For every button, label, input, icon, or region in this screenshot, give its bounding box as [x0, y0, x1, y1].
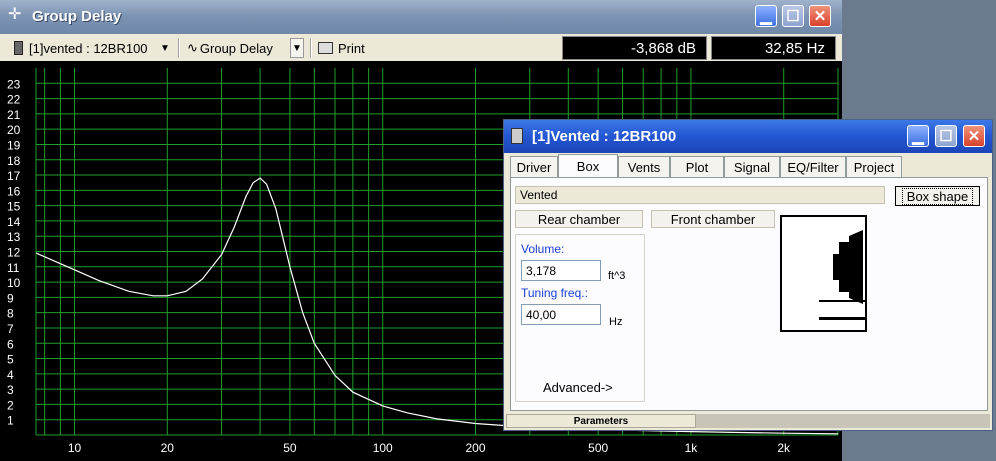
speaker-icon	[511, 128, 523, 144]
y-tick-label: 22	[7, 93, 21, 107]
volume-input[interactable]: 3,178	[521, 260, 601, 281]
y-tick-label: 20	[7, 123, 21, 137]
x-tick-label: 100	[373, 441, 393, 455]
main-toolbar: [1]vented : 12BR100 ▼ ∿ Group Delay ▼ Pr…	[0, 34, 842, 61]
project-dropdown-icon[interactable]: ▼	[158, 38, 172, 58]
tab-eq-filter[interactable]: EQ/Filter	[780, 156, 846, 177]
x-tick-label: 1k	[685, 441, 699, 455]
toolbar-separator	[178, 38, 180, 58]
project-select-value: [1]vented : 12BR100	[29, 40, 148, 56]
plot-select[interactable]: ∿ Group Delay	[187, 38, 273, 58]
x-tick-label: 10	[68, 441, 82, 455]
print-button[interactable]: Print	[318, 38, 365, 58]
box-type-field[interactable]: Vented	[515, 186, 885, 204]
status-bar-filler	[696, 414, 990, 428]
x-tick-label: 20	[161, 441, 175, 455]
tab-box[interactable]: Box	[558, 154, 618, 177]
y-tick-label: 10	[7, 276, 21, 290]
advanced-button[interactable]: Advanced->	[543, 380, 613, 395]
close-icon: ✕	[967, 128, 981, 145]
y-tick-label: 19	[7, 138, 21, 152]
y-tick-label: 17	[7, 169, 21, 183]
db-readout: -3,868 dB	[562, 36, 707, 60]
crosshair-icon: ✛	[8, 6, 22, 23]
plot-dropdown-icon[interactable]: ▼	[290, 38, 304, 58]
plot-select-value: Group Delay	[199, 40, 273, 56]
tab-signal[interactable]: Signal	[724, 156, 780, 177]
y-tick-label: 14	[7, 215, 21, 229]
x-tick-label: 50	[283, 441, 297, 455]
parameters-tab[interactable]: Parameters	[506, 414, 696, 428]
x-tick-label: 200	[465, 441, 485, 455]
y-tick-label: 21	[7, 108, 21, 122]
x-tick-label: 2k	[777, 441, 791, 455]
vent-line-icon	[819, 300, 866, 302]
print-label: Print	[338, 40, 365, 56]
tab-driver[interactable]: Driver	[510, 156, 558, 177]
maximize-button[interactable]: ☐	[782, 5, 804, 27]
speaker-icon	[14, 41, 23, 55]
dialog-close-button[interactable]: ✕	[963, 125, 985, 147]
tab-project[interactable]: Project	[846, 156, 902, 177]
dialog-title: [1]Vented : 12BR100	[532, 128, 677, 145]
maximize-icon: ☐	[939, 128, 953, 145]
box-shape-label: Box shape	[901, 187, 974, 205]
y-tick-label: 9	[7, 291, 14, 305]
y-tick-label: 18	[7, 154, 21, 168]
volume-label: Volume:	[521, 242, 565, 256]
y-tick-label: 12	[7, 246, 21, 260]
y-tick-label: 16	[7, 184, 21, 198]
y-tick-label: 11	[7, 261, 20, 275]
box-panel: Vented Box shape Rear chamber Front cham…	[510, 177, 988, 411]
y-tick-label: 15	[7, 200, 21, 214]
x-tick-label: 500	[588, 441, 608, 455]
minimize-button[interactable]: ▁	[755, 5, 777, 27]
y-tick-label: 7	[7, 322, 14, 336]
dialog-minimize-button[interactable]: ▁	[907, 125, 929, 147]
printer-icon	[318, 42, 333, 54]
volume-unit: ft^3	[608, 270, 626, 282]
y-tick-label: 8	[7, 307, 14, 321]
project-select[interactable]: [1]vented : 12BR100	[14, 38, 148, 58]
tuning-freq-unit: Hz	[609, 316, 623, 328]
tab-plot[interactable]: Plot	[670, 156, 724, 177]
y-tick-label: 3	[7, 383, 14, 397]
y-tick-label: 13	[7, 230, 21, 244]
dialog-maximize-button[interactable]: ☐	[935, 125, 957, 147]
maximize-icon: ☐	[786, 8, 800, 25]
wave-icon: ∿	[187, 40, 198, 55]
rear-chamber-button[interactable]: Rear chamber	[515, 210, 643, 228]
close-button[interactable]: ✕	[809, 5, 831, 27]
driver-cone-icon	[849, 230, 863, 304]
y-tick-label: 1	[7, 414, 14, 428]
y-tick-label: 4	[7, 368, 14, 382]
dialog-title-bar[interactable]: [1]Vented : 12BR100 ▁ ☐ ✕	[504, 120, 992, 153]
main-title-bar[interactable]: ✛ Group Delay ▁ ☐ ✕	[0, 0, 842, 34]
vented-box-dialog: [1]Vented : 12BR100 ▁ ☐ ✕ Driver Box Ven…	[503, 119, 993, 431]
front-chamber-button[interactable]: Front chamber	[651, 210, 775, 228]
toolbar-separator	[310, 38, 312, 58]
box-shape-preview	[780, 215, 867, 332]
y-tick-label: 5	[7, 353, 14, 367]
y-tick-label: 23	[7, 77, 21, 91]
minimize-icon: ▁	[912, 128, 924, 145]
box-shape-button[interactable]: Box shape	[895, 186, 980, 206]
y-tick-label: 2	[7, 398, 14, 412]
vent-line-icon	[819, 317, 866, 320]
tuning-freq-input[interactable]: 40,00	[521, 304, 601, 325]
main-window-title: Group Delay	[32, 8, 122, 25]
driver-icon	[839, 242, 849, 292]
tab-vents[interactable]: Vents	[618, 156, 670, 177]
dialog-status-bar: Parameters	[504, 413, 992, 430]
minimize-icon: ▁	[760, 8, 772, 25]
close-icon: ✕	[813, 8, 827, 25]
hz-readout: 32,85 Hz	[711, 36, 836, 60]
driver-magnet-icon	[833, 254, 839, 280]
tuning-freq-label: Tuning freq.:	[521, 286, 588, 300]
y-tick-label: 6	[7, 337, 14, 351]
